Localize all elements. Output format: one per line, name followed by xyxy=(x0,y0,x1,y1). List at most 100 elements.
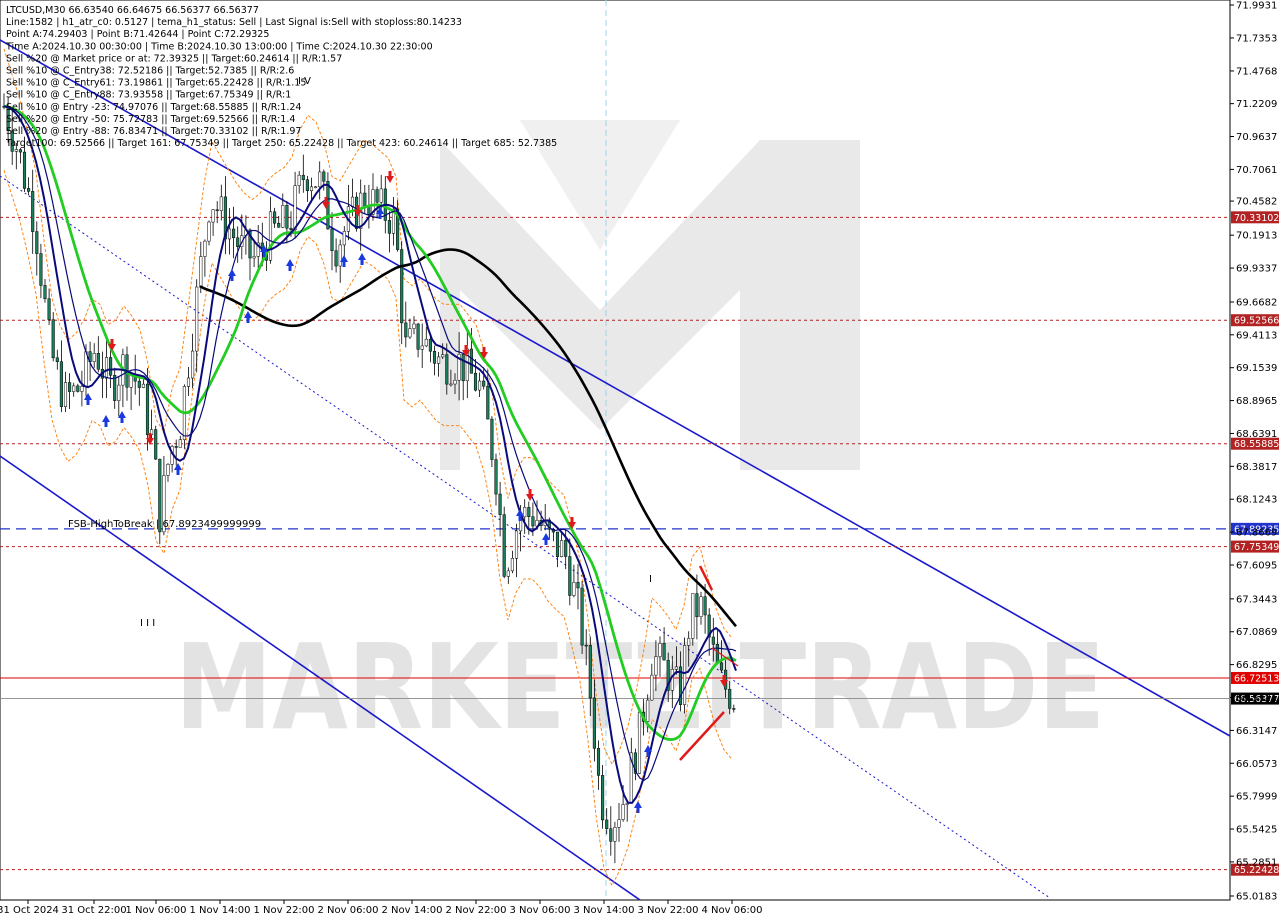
candle-body xyxy=(646,699,650,722)
candle-body xyxy=(277,222,281,228)
candle-body xyxy=(691,593,695,639)
candle-body xyxy=(699,596,703,618)
candle-body xyxy=(113,375,117,401)
candle-body xyxy=(63,382,68,407)
candle-body xyxy=(404,322,408,338)
candle-body xyxy=(617,819,621,828)
candle-body xyxy=(715,644,719,664)
candle-body xyxy=(416,323,420,350)
level-label-1: 69.52566 xyxy=(1234,316,1279,327)
candle-body xyxy=(510,558,514,572)
candle-body xyxy=(154,429,158,460)
buy-arrow-icon xyxy=(102,415,110,427)
buy-arrow-icon xyxy=(358,253,366,265)
candle-body xyxy=(232,228,236,239)
price-chart[interactable]: MARKETZITRADE 70.33102 69.52566 68.55885 67… xyxy=(0,0,1280,920)
candle-body xyxy=(35,231,39,254)
sell-arrow-icon xyxy=(386,171,394,183)
info-line-1: Line:1582 | h1_atr_c0: 0.5127 | tema_h1_… xyxy=(6,17,462,28)
y-tick-label-7: 70.1913 xyxy=(1236,231,1277,242)
candle-body xyxy=(379,188,383,203)
candle-body xyxy=(527,507,531,517)
candle-body xyxy=(314,186,318,189)
candle-body xyxy=(301,174,305,180)
info-line-8: Sell %10 @ Entry -23: 74.97076 || Target… xyxy=(6,102,301,113)
candle-body xyxy=(592,697,596,749)
candle-body xyxy=(174,446,178,448)
candle-body xyxy=(572,582,576,596)
candle-body xyxy=(273,211,277,224)
y-tick-label-23: 66.0573 xyxy=(1236,759,1277,770)
candle-body xyxy=(178,439,182,448)
time-axis: 31 Oct 2024 31 Oct 22:001 Nov 06:00 1 Nov … xyxy=(0,900,763,916)
candle-body xyxy=(51,319,55,359)
candle-body xyxy=(560,540,564,557)
candle-body xyxy=(445,354,449,385)
candle-body xyxy=(186,377,191,387)
candle-body xyxy=(141,383,145,388)
x-tick-label-7: 2 Nov 22:00 xyxy=(445,905,506,916)
y-tick-label-17: 67.6095 xyxy=(1236,560,1277,571)
x-tick-label-4: 1 Nov 22:00 xyxy=(253,905,314,916)
y-tick-label-6: 70.4582 xyxy=(1236,197,1277,208)
candle-body xyxy=(338,244,342,267)
candle-body xyxy=(342,231,346,246)
y-tick-label-12: 68.8965 xyxy=(1236,396,1277,407)
candle-body xyxy=(469,348,473,374)
info-line-2: Point A:74.29403 | Point B:71.42644 | Po… xyxy=(6,29,269,40)
candle-body xyxy=(55,357,59,362)
x-tick-label-2: 1 Nov 06:00 xyxy=(125,905,186,916)
candle-body xyxy=(137,380,141,388)
candle-body xyxy=(268,211,273,261)
level-label-0: 70.33102 xyxy=(1234,213,1279,224)
info-line-5: Sell %10 @ C_Entry38: 72.52186 || Target… xyxy=(6,66,294,77)
candle-body xyxy=(76,385,80,392)
candle-body xyxy=(318,171,322,188)
candle-body xyxy=(31,191,35,232)
candle-body xyxy=(687,638,691,646)
x-tick-label-3: 1 Nov 14:00 xyxy=(189,905,250,916)
info-line-4: Sell %20 @ Market price or at: 72.39325 … xyxy=(6,53,342,64)
candle-body xyxy=(506,570,510,577)
watermark: MARKETZITRADE xyxy=(175,120,1105,756)
y-tick-label-9: 69.6682 xyxy=(1236,297,1277,308)
candle-body xyxy=(658,643,662,657)
y-tick-label-26: 65.2851 xyxy=(1236,857,1277,868)
buy-arrow-icon xyxy=(244,311,252,323)
candle-body xyxy=(613,827,617,842)
x-tick-label-10: 3 Nov 22:00 xyxy=(637,905,698,916)
candle-body xyxy=(601,775,605,821)
candle-body xyxy=(732,708,736,710)
candle-body xyxy=(662,643,666,661)
candle-body xyxy=(531,516,535,527)
candle-body xyxy=(703,596,707,616)
x-tick-label-6: 2 Nov 14:00 xyxy=(381,905,442,916)
buy-arrow-icon xyxy=(286,259,294,271)
buy-arrow-icon xyxy=(84,393,92,405)
candle-body xyxy=(109,357,113,376)
candle-body xyxy=(711,636,715,645)
candle-body xyxy=(59,361,63,407)
candle-body xyxy=(580,587,584,646)
candle-body xyxy=(68,382,72,392)
candle-body xyxy=(408,328,412,338)
y-tick-label-16: 67.8669 xyxy=(1236,528,1277,539)
candle-body xyxy=(609,828,613,842)
x-tick-label-8: 3 Nov 06:00 xyxy=(509,905,570,916)
x-tick-label-9: 3 Nov 14:00 xyxy=(573,905,634,916)
candle-body xyxy=(227,228,232,240)
candle-body xyxy=(305,179,309,192)
watermark-logo xyxy=(440,140,860,470)
candle-body xyxy=(420,345,424,350)
x-tick-label-0: 31 Oct 2024 xyxy=(0,905,59,916)
candle-body xyxy=(43,285,47,300)
y-tick-label-11: 69.1539 xyxy=(1236,363,1277,374)
chart-window: MARKETZITRADE 70.33102 69.52566 68.55885 67… xyxy=(0,0,1280,920)
candle-body xyxy=(564,540,568,557)
candle-body xyxy=(461,353,465,382)
candle-body xyxy=(195,286,199,352)
candle-body xyxy=(473,372,478,391)
wave-mark-mid: I xyxy=(649,574,652,585)
candle-body xyxy=(72,385,76,392)
buy-arrow-icon xyxy=(634,801,642,813)
